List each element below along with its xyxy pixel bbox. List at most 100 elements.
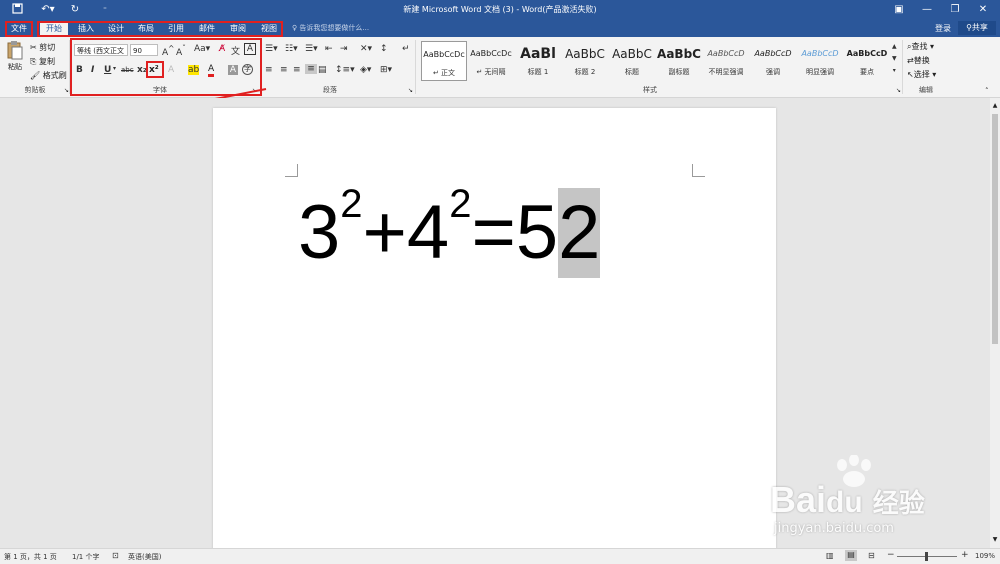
copy-button[interactable]: ⎘ 复制 (30, 56, 55, 67)
font-color-icon[interactable]: A (208, 64, 215, 77)
scroll-up-icon[interactable]: ▲ (991, 102, 999, 109)
strikethrough-icon[interactable]: abc (121, 66, 134, 74)
align-right-icon[interactable]: ≡ (293, 65, 301, 75)
shrink-font-icon[interactable]: Aˇ (176, 44, 186, 58)
styles-launcher-icon[interactable]: ↘ (896, 87, 901, 94)
style-intense-emphasis[interactable]: AaBbCcD 明显强调 (797, 41, 843, 81)
clear-format-icon[interactable]: A̸ (219, 44, 225, 54)
paste-button[interactable]: 粘贴 (5, 40, 25, 78)
bold-icon[interactable]: B (76, 65, 83, 75)
status-bar: 第 1 页，共 1 页 1/1 个字 ⊡ 英语(美国) ▥ ▤ ⊟ − + 10… (0, 548, 1000, 564)
vertical-scrollbar[interactable]: ▲ ▼ (990, 98, 1000, 548)
grow-font-icon[interactable]: A^ (162, 44, 174, 58)
zoom-slider-thumb[interactable] (925, 552, 928, 561)
decrease-indent-icon[interactable]: ⇤ (325, 44, 333, 54)
style-subtle-emphasis[interactable]: AaBbCcD 不明显强调 (703, 41, 749, 81)
style-no-spacing[interactable]: AaBbCcDc ↵ 无间隔 (468, 41, 514, 81)
clipboard-group-label: 剪贴板 (24, 86, 46, 94)
font-size-combo[interactable]: 90 (130, 44, 158, 56)
styles-scroll-icon[interactable]: ▲ ▼ ▾ (892, 41, 897, 77)
distributed-icon[interactable]: ▤ (318, 65, 327, 75)
justify-icon[interactable]: ≡ (305, 64, 317, 74)
language-indicator[interactable]: 英语(美国) (128, 552, 161, 562)
text-effects-icon[interactable]: A (168, 65, 174, 75)
zoom-in-icon[interactable]: + (961, 550, 969, 560)
style-name: 标题 2 (574, 68, 596, 76)
borders-icon[interactable]: ⊞▾ (380, 65, 392, 75)
formula-text[interactable]: 32+42=52 (298, 184, 601, 278)
enclose-characters-icon[interactable]: 字 (242, 64, 253, 75)
scroll-down-icon[interactable]: ▼ (991, 536, 999, 543)
numbering-icon[interactable]: ☷▾ (285, 44, 298, 54)
multilevel-list-icon[interactable]: ☰▾ (305, 44, 318, 54)
zoom-out-icon[interactable]: − (887, 550, 895, 560)
increase-indent-icon[interactable]: ⇥ (340, 44, 348, 54)
ribbon-display-icon[interactable]: ▣ (888, 2, 910, 18)
paste-label: 粘贴 (8, 63, 22, 71)
word-count[interactable]: 1/1 个字 (72, 552, 100, 562)
style-title[interactable]: AaBbC 标题 (609, 41, 655, 81)
style-normal[interactable]: AaBbCcDc ↵ 正文 (421, 41, 467, 81)
style-heading-2[interactable]: AaBbC 标题 2 (562, 41, 608, 81)
style-preview: AaBbCcD (846, 49, 888, 58)
character-shading-icon[interactable]: A (228, 65, 238, 75)
style-emphasis[interactable]: AaBbCcD 强调 (750, 41, 796, 81)
style-preview: AaBbCcD (754, 49, 792, 58)
font-name-combo[interactable]: 等线 (西文正文 (74, 44, 128, 56)
copy-icon: ⎘ (30, 57, 37, 66)
paragraph-launcher-icon[interactable]: ↘ (408, 87, 413, 94)
style-strong[interactable]: AaBbCcD 要点 (844, 41, 890, 81)
align-center-icon[interactable]: ≡ (280, 65, 288, 75)
tell-me-placeholder: 告诉我您想要做什么... (299, 24, 370, 32)
character-border-icon[interactable]: A (244, 43, 256, 55)
style-heading-1[interactable]: AaBl 标题 1 (515, 41, 561, 81)
chinese-layout-icon[interactable]: ✕▾ (360, 44, 372, 54)
login-link[interactable]: 登录 (935, 23, 951, 34)
show-marks-icon[interactable]: ↵ (402, 44, 410, 54)
highlight-icon[interactable]: ab (188, 65, 200, 75)
find-button[interactable]: ⌕查找 ▾ (907, 41, 934, 52)
replace-button[interactable]: ⇄替换 (907, 55, 930, 66)
bullets-icon[interactable]: ☰▾ (265, 44, 278, 54)
share-label: 共享 (971, 23, 988, 32)
styles-group-label: 样式 (643, 86, 657, 94)
underline-dropdown-icon[interactable]: ▾ (113, 65, 116, 72)
minimize-icon[interactable]: — (916, 2, 938, 18)
ribbon: 粘贴 ✂ 剪切 ⎘ 复制 🖌 格式刷 剪贴板 ↘ 等线 (西文正文 90 A^ … (0, 37, 1000, 113)
underline-icon[interactable]: U (104, 65, 111, 75)
collapse-ribbon-icon[interactable]: ˄ (985, 87, 989, 95)
read-mode-icon[interactable]: ▥ (826, 551, 834, 560)
shading-icon[interactable]: ◈▾ (360, 65, 371, 75)
share-button[interactable]: ⚲共享 (958, 21, 996, 35)
separator (415, 40, 416, 94)
cut-button[interactable]: ✂ 剪切 (30, 42, 55, 53)
baidu-watermark: Baidu 经验 jingyan.baidu.com (770, 455, 970, 545)
print-layout-icon[interactable]: ▤ (845, 550, 857, 561)
style-name: 强调 (766, 68, 780, 76)
style-preview: AaBbCcDc (423, 50, 465, 59)
close-icon[interactable]: ✕ (972, 2, 994, 18)
style-subtitle[interactable]: AaBbC 副标题 (656, 41, 702, 81)
annotation-box-superscript (146, 61, 164, 78)
change-case-icon[interactable]: Aa▾ (194, 44, 210, 54)
scroll-thumb[interactable] (992, 114, 998, 344)
proofing-icon[interactable]: ⊡ (112, 551, 119, 560)
editing-group-label: 编辑 (919, 86, 933, 94)
zoom-level[interactable]: 109% (975, 552, 995, 560)
title-bar: ↶▾ ↻ ⁼ 新建 Microsoft Word 文档 (3) - Word(产… (0, 0, 1000, 20)
italic-icon[interactable]: I (91, 65, 94, 75)
page-count[interactable]: 第 1 页，共 1 页 (4, 552, 57, 562)
restore-icon[interactable]: ❐ (944, 2, 966, 18)
copy-label: 复制 (38, 57, 55, 66)
phonetic-guide-icon[interactable]: 文 (231, 44, 240, 57)
format-painter-button[interactable]: 🖌 格式刷 (30, 70, 67, 81)
selected-text[interactable]: 2 (558, 188, 601, 278)
sort-icon[interactable]: ↕ (380, 44, 388, 54)
align-left-icon[interactable]: ≡ (265, 65, 273, 75)
tell-me-box[interactable]: ♀ 告诉我您想要做什么... (292, 23, 369, 33)
replace-icon: ⇄ (907, 56, 914, 65)
style-preview: AaBbC (565, 47, 605, 61)
select-button[interactable]: ↖选择 ▾ (907, 69, 936, 80)
web-layout-icon[interactable]: ⊟ (868, 551, 875, 560)
line-spacing-icon[interactable]: ↕≡▾ (335, 65, 355, 75)
